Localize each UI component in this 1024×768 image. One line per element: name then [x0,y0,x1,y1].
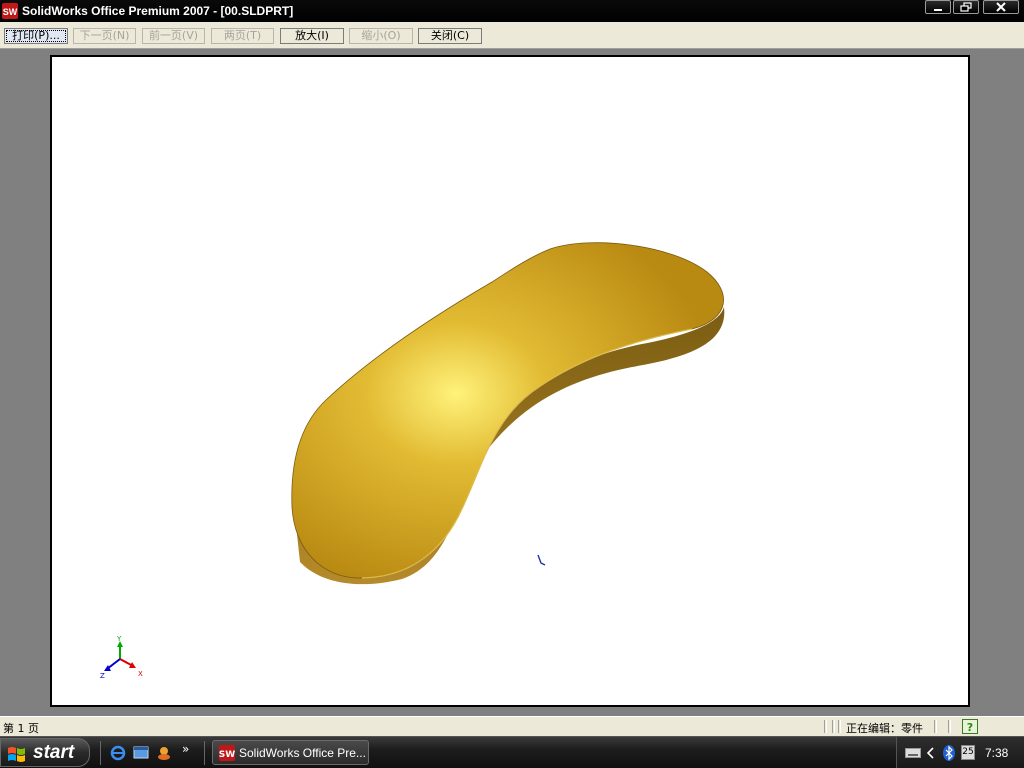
svg-text:SW: SW [219,750,235,760]
edit-mode-status: 正在编辑：零件 [846,722,923,735]
solidworks-app-icon[interactable]: SW [2,3,18,19]
close-window-button[interactable] [983,0,1019,14]
origin-marker [537,554,546,566]
minimize-button[interactable] [925,0,951,14]
window-title: SolidWorks Office Premium 2007 - [00.SLD… [22,4,294,18]
solidworks-task-icon: SW [219,745,235,761]
clock[interactable]: 7:38 [985,746,1008,760]
two-pages-button[interactable]: 两页(T) [211,28,274,44]
zoom-out-button[interactable]: 缩小(O) [349,28,413,44]
more-quicklaunch-button[interactable]: » [182,742,189,756]
show-desktop-icon[interactable] [133,745,149,761]
taskbar-item-label: SolidWorks Office Pre... [239,746,366,760]
taskbar-divider [204,741,205,765]
minimize-icon [934,9,942,11]
svg-text:Z: Z [100,672,105,680]
svg-text:?: ? [967,721,973,734]
preview-page[interactable]: Y X Z [50,55,970,707]
taskbar: start » SW SolidWorks Office Pre... 25 7… [0,736,1024,768]
start-button[interactable]: start [0,738,90,767]
tray-expand-icon[interactable] [927,747,935,759]
close-icon [996,2,1006,12]
keyboard-icon[interactable] [905,748,921,758]
status-divider [832,720,835,733]
windows-flag-icon [8,747,25,762]
print-button[interactable]: 打印(P)... [4,28,68,44]
svg-text:X: X [138,670,143,678]
status-divider [948,720,951,733]
taskbar-divider [100,741,101,765]
system-tray: 25 7:38 [896,737,1024,768]
preview-area[interactable]: Y X Z [0,49,1024,716]
zoom-in-button[interactable]: 放大(I) [280,28,344,44]
title-bar[interactable]: SW SolidWorks Office Premium 2007 - [00.… [0,0,1024,22]
svg-text:SW: SW [3,7,18,17]
page-indicator: 第 1 页 [3,722,39,735]
status-divider [824,720,827,733]
part-top-face [291,242,724,579]
restore-icon [960,2,972,12]
internet-explorer-icon[interactable] [110,745,126,761]
next-page-button[interactable]: 下一页(N) [73,28,136,44]
part-render: Y X Z [100,242,725,680]
axis-triad-icon: Y X Z [100,635,143,680]
status-bar: 第 1 页 正在编辑：零件 ? [0,716,1024,736]
bluetooth-icon[interactable] [943,745,955,761]
status-divider [934,720,937,733]
help-icon[interactable]: ? [962,719,978,734]
print-preview-toolbar: 打印(P)... 下一页(N) 前一页(V) 两页(T) 放大(I) 缩小(O)… [0,22,1024,49]
prev-page-button[interactable]: 前一页(V) [142,28,205,44]
start-label: start [33,742,75,763]
taskbar-item-solidworks[interactable]: SW SolidWorks Office Pre... [212,740,369,765]
restore-button[interactable] [953,0,979,14]
calendar-icon[interactable]: 25 [961,745,975,760]
messenger-icon[interactable] [156,745,172,761]
status-divider [838,720,841,733]
svg-text:Y: Y [116,635,122,643]
close-preview-button[interactable]: 关闭(C) [418,28,482,44]
